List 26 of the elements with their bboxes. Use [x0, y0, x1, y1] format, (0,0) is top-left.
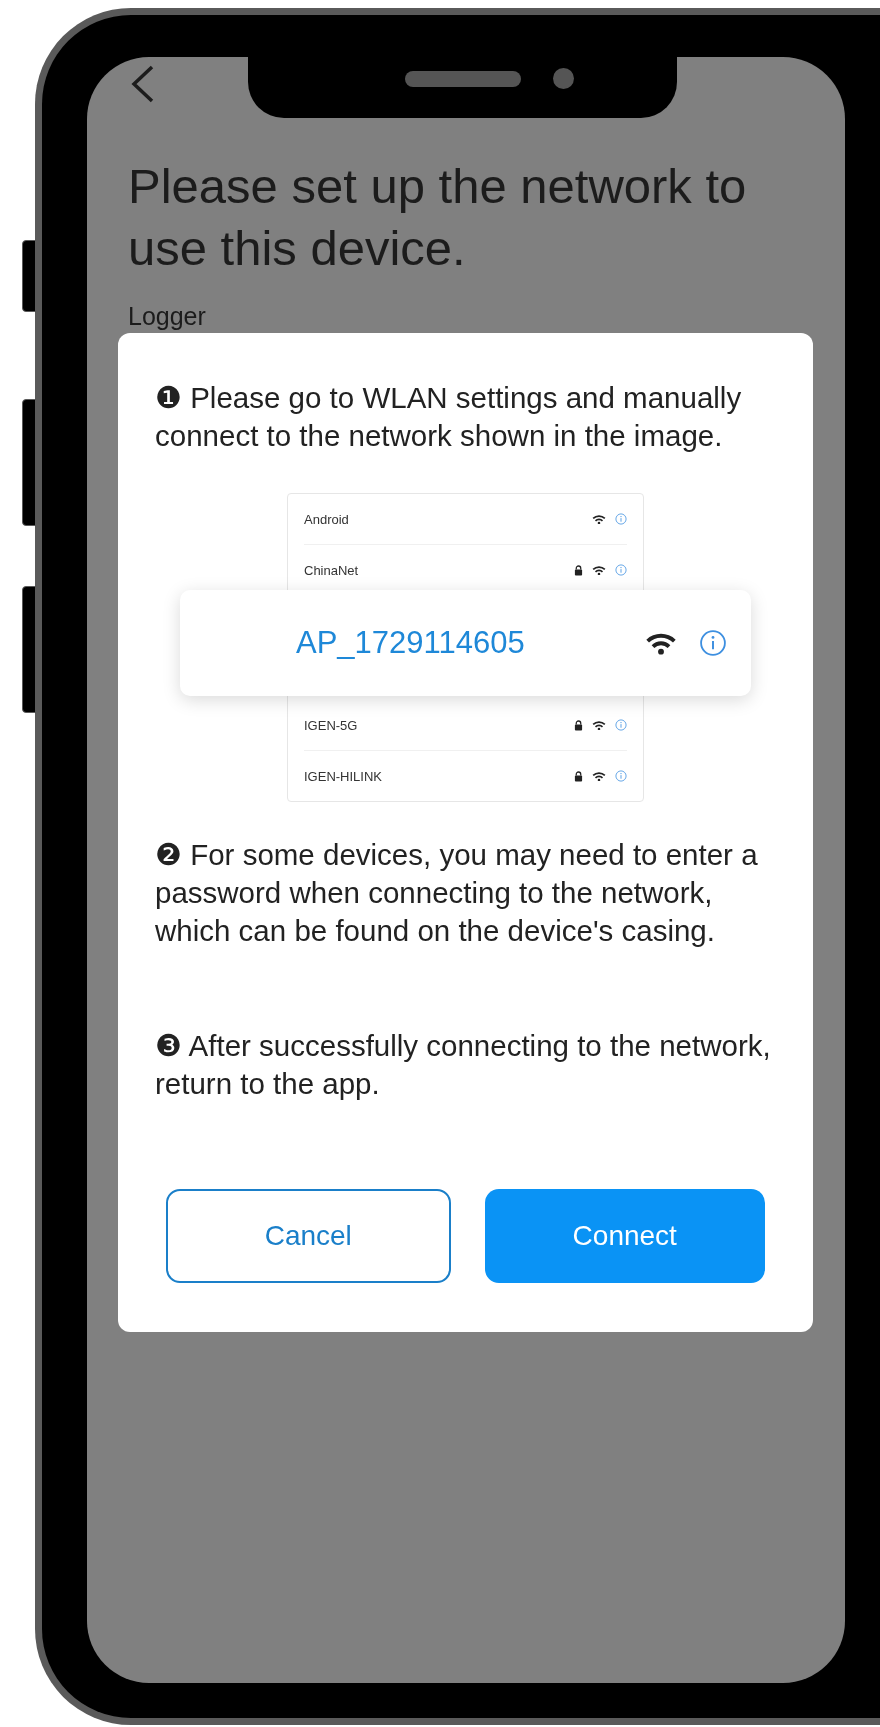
- instruction-text: ❸ After successfully connecting to the network, return to the app.: [155, 1028, 772, 1102]
- device-label: Logger: [128, 301, 207, 331]
- network-name[interactable]: ChinaNet: [304, 562, 574, 578]
- lock-icon: [574, 564, 583, 576]
- info-icon[interactable]: [615, 770, 627, 782]
- info-icon[interactable]: [615, 719, 627, 731]
- page-title: Please set up the network to use this device.: [128, 158, 748, 277]
- network-name[interactable]: AP_1729114605: [296, 625, 645, 661]
- network-name[interactable]: Android: [304, 511, 592, 527]
- instruction-text: ❶ Please go to WLAN settings and manually connect to the network shown in the image.: [155, 380, 743, 454]
- wifi-icon: [592, 770, 606, 782]
- lock-icon: [574, 719, 583, 731]
- lock-icon: [574, 770, 583, 782]
- instruction-text: ❷ For some devices, you may need to enter a password when connecting to the network, which can be found on the device's casing.: [155, 837, 759, 949]
- wifi-icon: [592, 564, 606, 576]
- network-name[interactable]: IGEN-5G: [304, 717, 574, 733]
- wifi-icon: [592, 719, 606, 731]
- network-name[interactable]: IGEN-HILINK: [304, 768, 574, 784]
- info-icon[interactable]: [615, 564, 627, 576]
- cancel-button[interactable]: Cancel: [166, 1189, 451, 1283]
- camera-dot: [553, 68, 574, 89]
- wifi-icon: [592, 513, 606, 525]
- info-icon[interactable]: [699, 629, 727, 657]
- info-icon[interactable]: [615, 513, 627, 525]
- back-icon[interactable]: [130, 65, 156, 103]
- wifi-icon: [645, 631, 677, 655]
